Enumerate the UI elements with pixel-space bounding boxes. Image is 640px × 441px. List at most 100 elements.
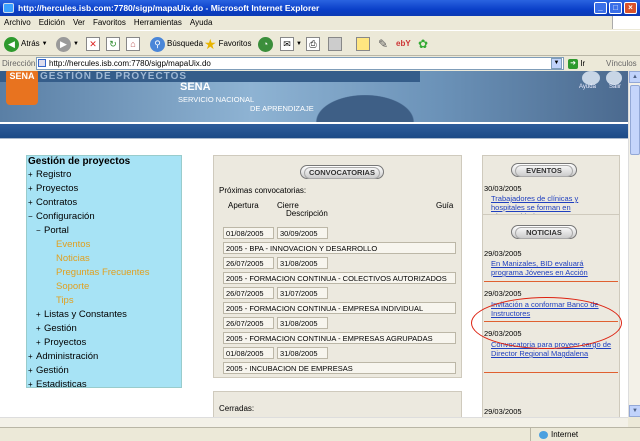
sidebar-item-listas-constantes[interactable]: + Listas y Constantes <box>36 309 127 320</box>
noticia-link[interactable]: En Manizales, BID evaluará programa Jóve… <box>491 259 615 277</box>
scroll-thumb[interactable] <box>630 85 640 155</box>
noticia-date: 29/03/2005 <box>484 249 522 258</box>
convocatorias-header: CONVOCATORIAS <box>300 165 384 179</box>
sidebar-item-estadisticas[interactable]: + Estadisticas <box>28 379 87 390</box>
sidebar-item-soporte[interactable]: Soporte <box>56 281 89 292</box>
sidebar-item-noticias[interactable]: Noticias <box>56 253 90 264</box>
ebay-button[interactable]: ebY <box>396 35 411 53</box>
evento-date: 30/03/2005 <box>484 184 522 193</box>
horizontal-scrollbar[interactable] <box>0 417 628 427</box>
scroll-down-icon[interactable]: ▼ <box>629 405 640 417</box>
messenger-icon: ✿ <box>418 37 429 51</box>
sidebar-item-configuracion[interactable]: − Configuración <box>28 211 95 222</box>
noticias-header: NOTICIAS <box>511 225 577 239</box>
eventos-header: EVENTOS <box>511 163 577 177</box>
menu-favoritos[interactable]: Favoritos <box>89 16 130 29</box>
menu-archivo[interactable]: Archivo <box>0 16 35 29</box>
menu-ayuda[interactable]: Ayuda <box>186 16 217 29</box>
row-close-date: 31/08/2005 <box>277 317 328 329</box>
row-description[interactable]: 2005 - INCUBACION DE EMPRESAS <box>223 362 456 374</box>
row-description[interactable]: 2005 - FORMACION CONTINUA - EMPRESAS AGR… <box>223 332 456 344</box>
col-descripcion: Descripción <box>286 209 328 218</box>
forward-button[interactable]: ▶ ▼ <box>56 35 79 53</box>
eventos-panel: EVENTOS 30/03/2005 Trabajadores de clíni… <box>482 155 620 222</box>
research-button[interactable]: ✎ <box>378 35 388 53</box>
go-arrow-icon: ➜ <box>568 58 578 69</box>
stop-button[interactable]: ✕ <box>86 35 102 53</box>
exit-icon[interactable] <box>606 71 622 85</box>
scroll-up-icon[interactable]: ▲ <box>629 71 640 83</box>
help-icon[interactable] <box>582 71 600 85</box>
row-close-date: 31/08/2005 <box>277 257 328 269</box>
collapse-icon: − <box>28 212 33 221</box>
sidebar-item-proyectos[interactable]: + Proyectos <box>28 183 78 194</box>
col-apertura: Apertura <box>228 201 259 210</box>
sidebar-item-gestion-config[interactable]: + Gestión <box>36 323 77 334</box>
vertical-scrollbar[interactable]: ▲ ▼ <box>628 71 640 417</box>
help-label: Ayuda <box>579 84 596 90</box>
menu-herramientas[interactable]: Herramientas <box>130 16 186 29</box>
back-button[interactable]: ◀ Atrás ▼ <box>4 35 48 53</box>
row-description[interactable]: 2005 - BPA - INNOVACION Y DESARROLLO <box>223 242 456 254</box>
sidebar-item-tips[interactable]: Tips <box>56 295 74 306</box>
refresh-button[interactable]: ↻ <box>106 35 122 53</box>
search-button[interactable]: ⚲ Búsqueda <box>150 35 203 53</box>
sidebar-item-portal[interactable]: − Portal <box>36 225 69 236</box>
favorites-button[interactable]: ★ Favoritos <box>204 35 251 53</box>
forward-arrow-icon: ▶ <box>56 36 71 52</box>
chevron-down-icon: ▼ <box>296 41 302 47</box>
menu-bar: Archivo Edición Ver Favoritos Herramientas Ay… <box>0 16 640 29</box>
nav-bar <box>0 124 628 139</box>
messenger-button[interactable]: ✿ <box>418 35 428 53</box>
row-description[interactable]: 2005 - FORMACION CONTINUA - EMPRESA INDI… <box>223 302 456 314</box>
menu-ver[interactable]: Ver <box>69 16 89 29</box>
sidebar-item-registro[interactable]: + Registro <box>28 169 71 180</box>
note-icon <box>356 37 370 51</box>
expand-icon: + <box>36 324 41 333</box>
ebay-icon: ebY <box>396 39 411 48</box>
star-icon: ★ <box>204 36 217 52</box>
print-button[interactable]: ⎙ <box>306 35 322 53</box>
banner-title: SENA <box>180 81 211 93</box>
pen-icon: ✎ <box>378 37 389 51</box>
chevron-down-icon: ▼ <box>73 41 79 47</box>
zone-label: Internet <box>551 430 579 439</box>
close-button[interactable]: × <box>624 2 637 14</box>
logo-text: SENA <box>9 71 35 81</box>
mail-icon: ✉ <box>280 37 294 51</box>
go-button[interactable]: ➜ Ir <box>568 57 585 70</box>
sidebar-item-eventos[interactable]: Eventos <box>56 239 90 250</box>
window-title: http://hercules.isb.com:7780/sigp/mapaUi… <box>18 3 320 13</box>
minimize-button[interactable]: _ <box>594 2 607 14</box>
home-button[interactable]: ⌂ <box>126 35 142 53</box>
windows-logo <box>612 16 640 29</box>
sidebar-title: Gestión de proyectos <box>28 156 131 167</box>
expand-icon: + <box>28 352 33 361</box>
mail-button[interactable]: ✉ ▼ <box>280 35 302 53</box>
row-close-date: 31/07/2005 <box>277 287 328 299</box>
row-description[interactable]: 2005 - FORMACION CONTINUA - COLECTIVOS A… <box>223 272 456 284</box>
noticia-date: 29/03/2005 <box>484 407 522 416</box>
maximize-button[interactable]: □ <box>609 2 622 14</box>
address-input[interactable]: http://hercules.isb.com:7780/sigp/mapaUi… <box>36 57 564 70</box>
back-arrow-icon: ◀ <box>4 36 19 52</box>
address-dropdown-icon[interactable]: ▼ <box>551 58 562 69</box>
exit-label: Salir <box>609 84 622 90</box>
sidebar-menu: Gestión de proyectos + Registro + Proyecto… <box>26 155 182 390</box>
sidebar-item-administracion[interactable]: + Administración <box>28 351 98 362</box>
banner-subtitle-1: SERVICIO NACIONAL <box>178 95 255 104</box>
search-icon: ⚲ <box>150 36 165 52</box>
edit-button[interactable] <box>328 35 344 53</box>
menu-edicion[interactable]: Edición <box>35 16 69 29</box>
ie-icon <box>3 3 14 13</box>
history-button[interactable]: ◔ <box>258 35 275 53</box>
sidebar-item-gestion[interactable]: + Gestión <box>28 365 69 376</box>
sidebar-item-preguntas-frecuentes[interactable]: Preguntas Frecuentes <box>56 267 149 278</box>
toolbar: ◀ Atrás ▼ ▶ ▼ ✕ ↻ ⌂ ⚲ Búsqueda ★ Favoritos ◔ … <box>0 30 640 56</box>
discuss-button[interactable] <box>356 35 372 53</box>
proximas-label: Próximas convocatorias: <box>219 186 307 195</box>
sidebar-item-contratos[interactable]: + Contratos <box>28 197 77 208</box>
home-icon: ⌂ <box>126 37 140 51</box>
links-button[interactable]: Vínculos <box>606 56 637 71</box>
sidebar-item-proyectos-config[interactable]: + Proyectos <box>36 337 86 348</box>
